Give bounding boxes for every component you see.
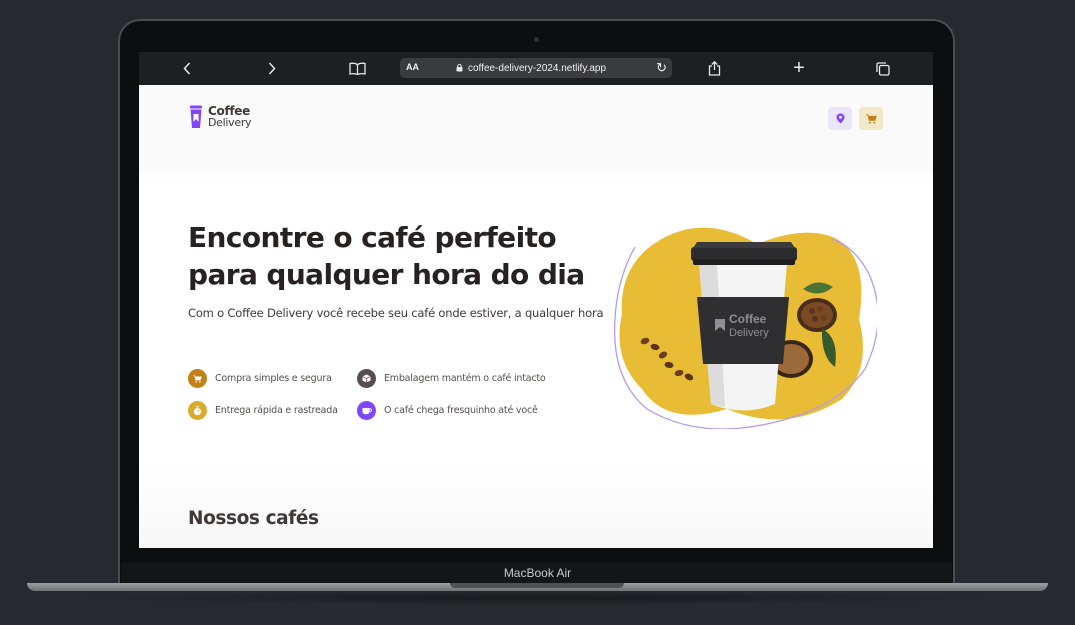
plus-icon: + bbox=[793, 57, 805, 79]
cup-brand-line-1: Coffee bbox=[729, 312, 767, 326]
device-label: MacBook Air bbox=[503, 566, 572, 580]
text-size-button[interactable]: AA bbox=[406, 62, 419, 72]
lock-icon bbox=[456, 63, 463, 72]
laptop-notch bbox=[450, 583, 624, 588]
camera-icon bbox=[534, 37, 539, 42]
screen: AA coffee-delivery-2024.netlify.app ↻ + … bbox=[139, 52, 933, 548]
book-icon bbox=[348, 62, 366, 75]
feature-label: Compra simples e segura bbox=[215, 373, 332, 384]
chevron-left-icon bbox=[183, 62, 191, 75]
bookmarks-button[interactable] bbox=[347, 52, 367, 85]
tabs-button[interactable] bbox=[874, 52, 892, 85]
web-page: Coffee Delivery Encontre o café perfeito… bbox=[139, 85, 933, 548]
location-button[interactable] bbox=[828, 107, 852, 130]
feature-item: Entrega rápida e rastreada bbox=[188, 401, 338, 420]
forward-button[interactable] bbox=[264, 52, 280, 85]
hero-title: Encontre o café perfeito para qualquer h… bbox=[188, 221, 585, 291]
timer-icon bbox=[188, 401, 207, 420]
reload-icon[interactable]: ↻ bbox=[656, 60, 667, 76]
feature-item: Embalagem mantém o café intacto bbox=[357, 369, 546, 388]
section-title: Nossos cafés bbox=[188, 508, 319, 529]
laptop-shadow bbox=[60, 591, 1015, 605]
share-button[interactable] bbox=[705, 52, 723, 85]
shopping-cart-icon bbox=[865, 113, 877, 124]
logo-line-2: Delivery bbox=[208, 116, 252, 129]
coffee-icon bbox=[357, 401, 376, 420]
tabs-icon bbox=[876, 61, 890, 76]
feature-label: Entrega rápida e rastreada bbox=[215, 405, 338, 416]
chevron-right-icon bbox=[268, 62, 276, 75]
feature-item: Compra simples e segura bbox=[188, 369, 332, 388]
package-icon bbox=[357, 369, 376, 388]
feature-label: Embalagem mantém o café intacto bbox=[384, 373, 546, 384]
coffee-cup-logo-icon bbox=[190, 105, 202, 128]
feature-label: O café chega fresquinho até você bbox=[384, 405, 538, 416]
address-bar[interactable]: AA coffee-delivery-2024.netlify.app ↻ bbox=[400, 58, 672, 78]
shopping-cart-icon bbox=[188, 369, 207, 388]
hero-subtitle: Com o Coffee Delivery você recebe seu ca… bbox=[188, 306, 604, 320]
share-icon bbox=[708, 61, 720, 76]
feature-item: O café chega fresquinho até você bbox=[357, 401, 538, 420]
logo[interactable]: Coffee Delivery bbox=[189, 105, 252, 129]
hero-coffee-image: Coffee Delivery bbox=[613, 227, 877, 429]
back-button[interactable] bbox=[179, 52, 195, 85]
cup-brand-line-2: Delivery bbox=[729, 327, 769, 339]
url-text: coffee-delivery-2024.netlify.app bbox=[468, 63, 607, 74]
new-tab-button[interactable]: + bbox=[790, 52, 808, 85]
browser-toolbar: AA coffee-delivery-2024.netlify.app ↻ + bbox=[139, 52, 933, 85]
map-pin-icon bbox=[836, 113, 844, 124]
cart-button[interactable] bbox=[859, 107, 883, 130]
